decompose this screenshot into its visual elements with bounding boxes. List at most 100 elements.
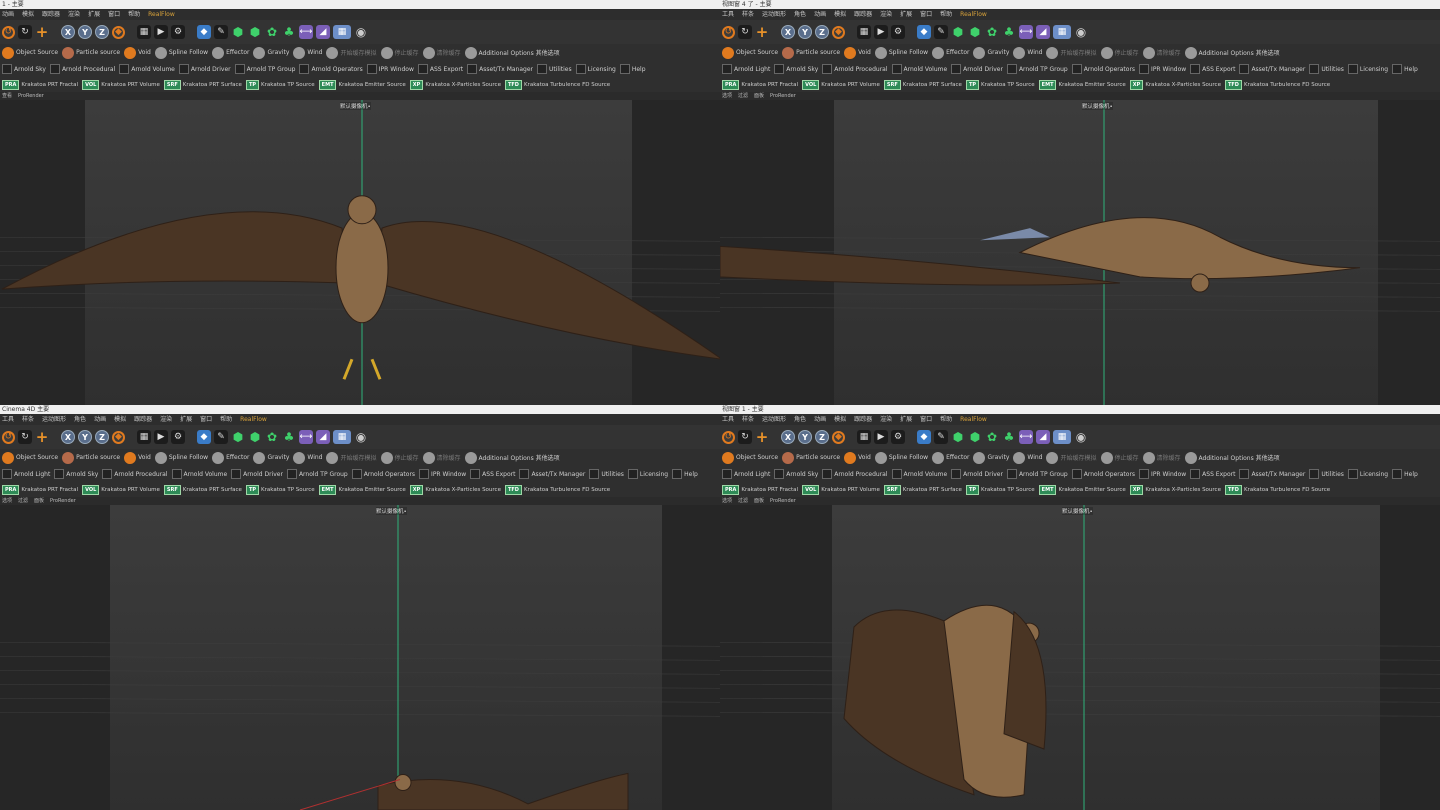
menu-item[interactable]: 动画	[814, 9, 826, 20]
menu-item[interactable]: 帮助	[220, 414, 232, 425]
menu-item[interactable]: 跟踪器	[134, 414, 152, 425]
light-icon[interactable]: ◉	[1074, 25, 1088, 39]
arnold-button[interactable]: Arnold Volume	[171, 469, 227, 479]
spline-icon[interactable]: ✿	[985, 430, 999, 444]
undo-icon[interactable]: ↺	[2, 430, 15, 444]
z-axis-icon[interactable]: Z	[815, 25, 829, 39]
arnold-button[interactable]: Utilities	[1309, 469, 1344, 479]
arnold-button[interactable]: Arnold Driver	[178, 64, 231, 74]
krakatoa-button[interactable]: SRF Krakatoa PRT Surface	[163, 79, 242, 90]
render-settings-icon[interactable]: ⚙	[171, 25, 185, 39]
menu-item[interactable]: 帮助	[128, 9, 140, 20]
arnold-button[interactable]: Arnold Volume	[891, 64, 947, 74]
krakatoa-button[interactable]: XP Krakatoa X-Particles Source	[1129, 484, 1221, 495]
3d-viewport[interactable]: 默认摄像机•	[0, 505, 720, 810]
3d-viewport[interactable]: 默认摄像机•	[720, 505, 1440, 810]
krakatoa-button[interactable]: VOL Krakatoa PRT Volume	[802, 484, 880, 495]
arnold-button[interactable]: IPR Window	[366, 64, 414, 74]
menu-item[interactable]: 模拟	[834, 9, 846, 20]
menu-item[interactable]: 角色	[794, 414, 806, 425]
menu-item[interactable]: 跟踪器	[854, 9, 872, 20]
arnold-button[interactable]: Arnold Operators	[299, 64, 363, 74]
krakatoa-button[interactable]: TFD Krakatoa Turbulence FD Source	[504, 484, 610, 495]
menu-item[interactable]: 运动图形	[762, 9, 786, 20]
menu-item[interactable]: 窗口	[200, 414, 212, 425]
arnold-button[interactable]: Arnold Light	[722, 469, 770, 479]
menu-item[interactable]: 运动图形	[762, 414, 786, 425]
xp-button[interactable]: Gravity	[973, 46, 1009, 59]
cube-icon[interactable]: ◆	[197, 430, 211, 444]
xp-button[interactable]: Particle source	[62, 451, 120, 464]
arnold-button[interactable]: Arnold Procedural	[102, 469, 168, 479]
krakatoa-button[interactable]: TFD Krakatoa Turbulence FD Source	[504, 79, 610, 90]
3d-viewport[interactable]: 默认摄像机•	[0, 100, 720, 405]
arnold-button[interactable]: Licensing	[575, 64, 616, 74]
array-icon[interactable]: ⬢	[248, 25, 262, 39]
krakatoa-button[interactable]: EMT Krakatoa Emitter Source	[318, 79, 406, 90]
menu-item[interactable]: 跟踪器	[42, 9, 60, 20]
xp-button[interactable]: 清除缓存	[1142, 451, 1181, 464]
render-view-icon[interactable]: ▶	[154, 430, 168, 444]
arnold-button[interactable]: Arnold Volume	[891, 469, 947, 479]
floor-icon[interactable]: ◢	[1036, 25, 1050, 39]
arnold-button[interactable]: ASS Export	[470, 469, 515, 479]
xp-button[interactable]: 停止缓存	[380, 451, 419, 464]
3d-viewport[interactable]: 默认摄像机•	[720, 100, 1440, 405]
menu-item[interactable]: 扩展	[88, 9, 100, 20]
coordinate-icon[interactable]: ◆	[832, 430, 845, 444]
arnold-button[interactable]: Utilities	[589, 469, 624, 479]
xp-button[interactable]: Spline Follow	[874, 451, 928, 464]
z-axis-icon[interactable]: Z	[95, 25, 109, 39]
menu-item[interactable]: 工具	[722, 9, 734, 20]
arnold-button[interactable]: Arnold Light	[722, 64, 770, 74]
viewport-menu-item[interactable]: 选项	[2, 497, 12, 505]
xp-button[interactable]: Object Source	[722, 451, 778, 464]
undo-icon[interactable]: ↺	[722, 25, 735, 39]
krakatoa-button[interactable]: XP Krakatoa X-Particles Source	[1129, 79, 1221, 90]
deformer-icon[interactable]: ⟷	[1019, 430, 1033, 444]
xp-button[interactable]: 开始缓存模拟	[326, 451, 377, 464]
mograph-icon[interactable]: ♣	[282, 430, 296, 444]
menu-item[interactable]: 帮助	[940, 414, 952, 425]
spline-icon[interactable]: ✿	[985, 25, 999, 39]
camera-icon[interactable]: ▦	[1053, 25, 1071, 39]
subdivision-icon[interactable]: ⬢	[951, 430, 965, 444]
xp-button[interactable]: Effector	[212, 451, 249, 464]
cube-icon[interactable]: ◆	[917, 430, 931, 444]
viewport-menu-item[interactable]: 面板	[34, 497, 44, 505]
xp-button[interactable]: Object Source	[722, 46, 778, 59]
arnold-button[interactable]: Arnold Sky	[2, 64, 46, 74]
viewport-menu-item[interactable]: 过滤	[738, 497, 748, 505]
menu-item[interactable]: 运动图形	[42, 414, 66, 425]
floor-icon[interactable]: ◢	[316, 25, 330, 39]
deformer-icon[interactable]: ⟷	[1019, 25, 1033, 39]
xp-button[interactable]: Void	[124, 46, 151, 59]
krakatoa-button[interactable]: EMT Krakatoa Emitter Source	[1038, 79, 1126, 90]
viewport-menu-item[interactable]: 面板	[754, 497, 764, 505]
viewport-menu-item[interactable]: 过滤	[738, 92, 748, 100]
krakatoa-button[interactable]: VOL Krakatoa PRT Volume	[82, 484, 160, 495]
mograph-icon[interactable]: ♣	[1002, 25, 1016, 39]
xp-button[interactable]: 开始缓存模拟	[326, 46, 377, 59]
krakatoa-button[interactable]: SRF Krakatoa PRT Surface	[163, 484, 242, 495]
arnold-button[interactable]: IPR Window	[1139, 469, 1186, 479]
xp-button[interactable]: Spline Follow	[154, 451, 208, 464]
krakatoa-button[interactable]: TFD Krakatoa Turbulence FD Source	[1224, 79, 1330, 90]
xp-button[interactable]: Void	[844, 46, 871, 59]
xp-button[interactable]: Effector	[932, 46, 969, 59]
viewport-menu-item[interactable]: 过滤	[18, 497, 28, 505]
render-region-icon[interactable]: ▦	[137, 25, 151, 39]
xp-button[interactable]: Additional Options 其他选项	[1184, 451, 1280, 464]
subdivision-icon[interactable]: ⬢	[231, 430, 245, 444]
spline-icon[interactable]: ✿	[265, 430, 279, 444]
camera-icon[interactable]: ▦	[333, 25, 351, 39]
coordinate-icon[interactable]: ◆	[112, 430, 125, 444]
viewport-menu-item[interactable]: ProRender	[770, 92, 796, 100]
xp-button[interactable]: Object Source	[2, 46, 58, 59]
krakatoa-button[interactable]: SRF Krakatoa PRT Surface	[883, 484, 962, 495]
menu-item[interactable]: 样条	[742, 9, 754, 20]
arnold-button[interactable]: Arnold Operators	[1071, 469, 1135, 479]
xp-button[interactable]: 开始缓存模拟	[1046, 46, 1097, 59]
menu-item[interactable]: 跟踪器	[854, 414, 872, 425]
krakatoa-button[interactable]: XP Krakatoa X-Particles Source	[409, 484, 501, 495]
